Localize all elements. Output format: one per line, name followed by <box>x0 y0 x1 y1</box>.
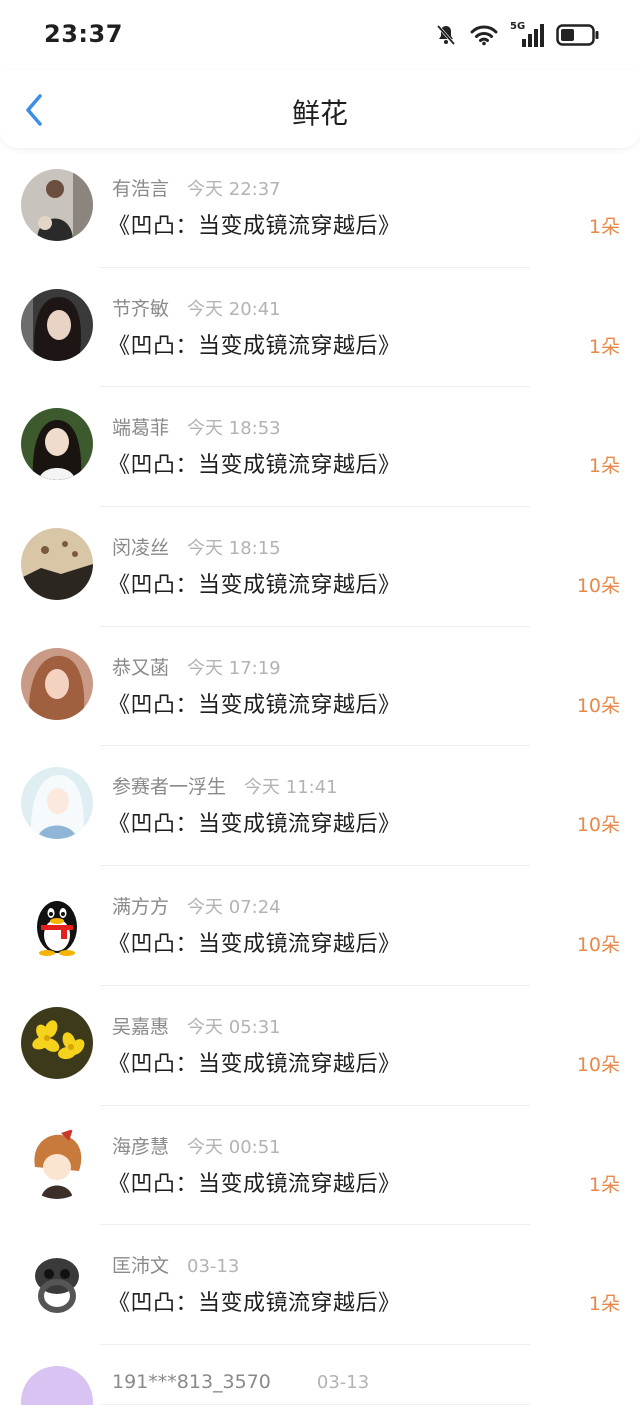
user-name-line: 海彦慧 今天 00:51 <box>112 1132 281 1159</box>
book-title: 《凹凸：当变成镜流穿越后》 <box>108 1291 401 1317</box>
page-title: 鲜花 <box>291 97 348 130</box>
list-item[interactable]: 恭又菡 今天 17:19 《凹凸：当变成镜流穿越后》 10朵 <box>0 627 640 747</box>
status-bar: 23:37 5G <box>0 0 640 70</box>
user-name-line: 端葛菲 今天 18:53 <box>112 413 281 440</box>
avatar <box>21 1126 93 1199</box>
book-title: 《凹凸：当变成镜流穿越后》 <box>108 932 401 958</box>
gift-time: 今天 18:53 <box>187 418 281 440</box>
user-name-line: 有浩言 今天 22:37 <box>112 174 281 201</box>
gift-time: 今天 18:15 <box>187 538 281 560</box>
signal-icon: 5G <box>510 21 544 49</box>
user-name: 匡沛文 <box>112 1255 170 1278</box>
flower-count: 1朵 <box>588 335 620 358</box>
user-name-line: 闵凌丝 今天 18:15 <box>112 533 281 560</box>
gift-time: 今天 20:41 <box>187 298 281 320</box>
book-title: 《凹凸：当变成镜流穿越后》 <box>108 1051 401 1077</box>
flower-count: 10朵 <box>576 1053 620 1076</box>
flower-count: 1朵 <box>588 1173 620 1196</box>
user-name-line: 匡沛文 03-13 <box>112 1251 239 1278</box>
nav-bar: 鲜花 <box>0 70 640 148</box>
gift-time: 03-13 <box>187 1256 240 1278</box>
book-title: 《凹凸：当变成镜流穿越后》 <box>108 214 401 239</box>
flower-count: 10朵 <box>576 814 620 837</box>
list-item[interactable]: 节齐敏 今天 20:41 《凹凸：当变成镜流穿越后》 1朵 <box>0 268 640 388</box>
gift-time: 今天 22:37 <box>187 179 281 200</box>
user-name: 端葛菲 <box>112 417 170 440</box>
avatar <box>21 767 93 840</box>
avatar <box>21 1246 93 1319</box>
list-item[interactable]: 海彦慧 今天 00:51 《凹凸：当变成镜流穿越后》 1朵 <box>0 1106 640 1226</box>
user-name-line: 满方方 今天 07:24 <box>112 892 281 919</box>
avatar <box>21 647 93 720</box>
gift-time: 今天 05:31 <box>187 1016 281 1038</box>
avatar <box>21 288 93 361</box>
status-icons: 5G <box>434 20 600 50</box>
list-item[interactable]: 参赛者一浮生 今天 11:41 《凹凸：当变成镜流穿越后》 10朵 <box>0 746 640 866</box>
network-label: 5G <box>510 21 526 32</box>
flower-count: 10朵 <box>576 694 620 717</box>
avatar <box>21 887 93 960</box>
user-name: 吴嘉惠 <box>112 1015 170 1038</box>
gift-time: 今天 11:41 <box>244 777 338 799</box>
flower-count: 1朵 <box>588 216 620 238</box>
user-name: 参赛者一浮生 <box>112 776 227 799</box>
book-title: 《凹凸：当变成镜流穿越后》 <box>108 333 401 359</box>
book-title: 《凹凸：当变成镜流穿越后》 <box>108 692 401 718</box>
list-item[interactable]: 匡沛文 03-13 《凹凸：当变成镜流穿越后》 1朵 <box>0 1225 640 1345</box>
flower-count: 1朵 <box>588 1293 620 1316</box>
avatar <box>21 1006 93 1079</box>
flower-list: 有浩言 今天 22:37 《凹凸：当变成镜流穿越后》 1朵 节齐敏 今天 20:41… <box>0 148 640 1405</box>
list-item[interactable]: 吴嘉惠 今天 05:31 《凹凸：当变成镜流穿越后》 10朵 <box>0 986 640 1106</box>
book-title: 《凹凸：当变成镜流穿越后》 <box>108 1171 401 1197</box>
user-name-line: 191***813_3570 03-13 <box>112 1371 369 1393</box>
user-name-line: 恭又菡 今天 17:19 <box>112 653 281 680</box>
flower-count: 1朵 <box>588 455 620 478</box>
user-name: 满方方 <box>112 896 170 919</box>
battery-icon <box>556 23 600 47</box>
penguin-icon <box>21 887 93 960</box>
flower-count: 10朵 <box>576 934 620 957</box>
list-item[interactable]: 端葛菲 今天 18:53 《凹凸：当变成镜流穿越后》 1朵 <box>0 387 640 507</box>
avatar <box>21 408 93 481</box>
avatar <box>21 169 93 241</box>
bell-off-icon <box>434 23 458 47</box>
list-item[interactable]: 有浩言 今天 22:37 《凹凸：当变成镜流穿越后》 1朵 <box>0 148 640 268</box>
gift-time: 今天 00:51 <box>187 1136 281 1158</box>
book-title: 《凹凸：当变成镜流穿越后》 <box>108 573 401 599</box>
wifi-icon <box>470 24 498 46</box>
user-name: 191***813_3570 <box>112 1370 271 1393</box>
user-name: 有浩言 <box>112 178 170 200</box>
skull-ring-icon <box>21 1246 93 1319</box>
user-name-line: 参赛者一浮生 今天 11:41 <box>112 772 338 799</box>
book-title: 《凹凸：当变成镜流穿越后》 <box>108 812 401 838</box>
list-item[interactable]: 满方方 今天 07:24 《凹凸：当变成镜流穿越后》 10朵 <box>0 866 640 986</box>
user-name-line: 节齐敏 今天 20:41 <box>112 294 281 321</box>
list-item[interactable]: 闵凌丝 今天 18:15 《凹凸：当变成镜流穿越后》 10朵 <box>0 507 640 627</box>
gift-time: 今天 17:19 <box>187 657 281 679</box>
gift-time: 今天 07:24 <box>187 897 281 919</box>
user-name: 海彦慧 <box>112 1135 170 1158</box>
avatar <box>21 1365 93 1405</box>
list-item[interactable]: 191***813_3570 03-13 <box>0 1345 640 1405</box>
status-time: 23:37 <box>44 20 123 48</box>
flower-count: 10朵 <box>576 575 620 598</box>
user-name: 节齐敏 <box>112 297 170 320</box>
user-name-line: 吴嘉惠 今天 05:31 <box>112 1012 281 1039</box>
gift-time: 03-13 <box>316 1371 370 1393</box>
user-name: 闵凌丝 <box>112 537 170 560</box>
avatar <box>21 528 93 601</box>
book-title: 《凹凸：当变成镜流穿越后》 <box>108 453 401 479</box>
user-name: 恭又菡 <box>112 656 170 679</box>
